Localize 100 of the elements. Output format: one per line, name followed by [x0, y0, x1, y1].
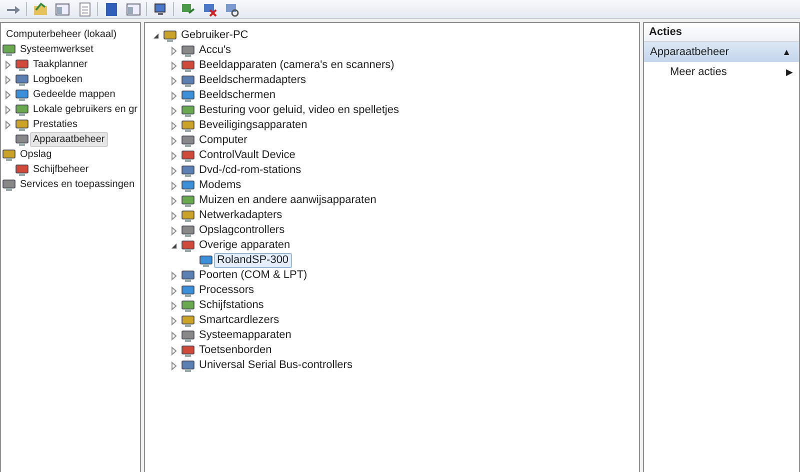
expand-arrow-icon[interactable]: [169, 196, 179, 206]
device-icon: [181, 208, 195, 222]
device-icon: [2, 148, 16, 162]
folder-icon: [32, 0, 48, 18]
expand-arrow-icon[interactable]: [3, 104, 13, 114]
expand-arrow-icon[interactable]: [3, 90, 13, 100]
expand-arrow-icon[interactable]: [3, 74, 13, 84]
device-icon: [181, 164, 195, 178]
device-icon: [181, 344, 195, 358]
tree-item[interactable]: Netwerkadapters: [196, 208, 286, 223]
expand-arrow-icon[interactable]: [169, 76, 179, 86]
device-icon: [15, 162, 29, 176]
device-icon: [181, 58, 195, 72]
device-icon: [181, 284, 195, 298]
toolbar-button[interactable]: [124, 0, 142, 18]
device-icon: [181, 118, 195, 132]
tree-item[interactable]: ControlVault Device: [196, 148, 298, 163]
tree-item[interactable]: Opslagcontrollers: [196, 223, 288, 238]
tree-item[interactable]: Lokale gebruikers en gr: [30, 102, 141, 117]
tree-item[interactable]: Schijfbeheer: [30, 162, 92, 177]
expand-arrow-icon[interactable]: [169, 270, 179, 280]
window-pane-icon: [54, 0, 70, 18]
device-icon: [15, 72, 29, 86]
device-icon: [181, 104, 195, 118]
collapse-glyph[interactable]: ▲: [782, 47, 791, 57]
device-icon: [15, 102, 29, 116]
tree-item[interactable]: Processors: [196, 283, 258, 298]
expand-arrow-icon[interactable]: [169, 60, 179, 70]
expand-arrow-icon[interactable]: [169, 316, 179, 326]
expand-arrow-icon[interactable]: [169, 330, 179, 340]
tree-item[interactable]: Opslag: [17, 147, 55, 162]
expand-arrow-icon[interactable]: [3, 60, 13, 70]
section-title: Apparaatbeheer: [650, 46, 729, 58]
tree-item[interactable]: Beeldapparaten (camera's en scanners): [196, 58, 398, 73]
tree-item[interactable]: Gebruiker-PC: [178, 28, 252, 43]
actions-header: Acties: [644, 23, 799, 42]
device-icon: [199, 254, 213, 268]
tree-item[interactable]: Toetsenborden: [196, 343, 275, 358]
device-icon: [15, 88, 29, 102]
tree-item[interactable]: Smartcardlezers: [196, 313, 282, 328]
expand-arrow-icon[interactable]: [169, 346, 179, 356]
submenu-glyph: ▶: [786, 67, 793, 77]
tree-item[interactable]: Computerbeheer (lokaal): [3, 27, 120, 42]
device-icon: [181, 298, 195, 312]
tree-item[interactable]: Modems: [196, 178, 244, 193]
device-icon: [15, 132, 29, 146]
tree-item[interactable]: Gedeelde mappen: [30, 87, 118, 102]
device-icon: [181, 268, 195, 282]
expand-arrow-icon[interactable]: [169, 106, 179, 116]
device-icon: [181, 358, 195, 372]
tree-item[interactable]: Prestaties: [30, 117, 80, 132]
tree-item[interactable]: Systeemwerkset: [17, 42, 96, 57]
tree-item[interactable]: Systeemapparaten: [196, 328, 294, 343]
device-icon: [181, 178, 195, 192]
window-pane-icon: [124, 0, 142, 18]
tree-item[interactable]: Overige apparaten: [196, 238, 294, 253]
tree-item[interactable]: Beeldschermadapters: [196, 73, 310, 88]
tree-item[interactable]: Dvd-/cd-rom-stations: [196, 163, 304, 178]
tree-item[interactable]: RolandSP-300: [214, 253, 292, 268]
device-icon: [181, 134, 195, 148]
expand-arrow-icon[interactable]: [169, 226, 179, 236]
device-icon: [181, 238, 195, 252]
expand-arrow-icon[interactable]: [169, 210, 179, 220]
tree-item[interactable]: Beeldschermen: [196, 88, 278, 103]
tree-item[interactable]: Universal Serial Bus-controllers: [196, 358, 356, 373]
device-icon: [15, 58, 29, 72]
device-icon: [181, 224, 195, 238]
tree-item[interactable]: Logboeken: [30, 72, 86, 87]
tree-item[interactable]: Apparaatbeheer: [30, 132, 108, 147]
expand-arrow-icon[interactable]: [169, 136, 179, 146]
action-item[interactable]: Meer acties ▶: [644, 62, 799, 82]
tree-item[interactable]: Services en toepassingen: [17, 177, 138, 192]
tree-item[interactable]: Muizen en andere aanwijsapparaten: [196, 193, 380, 208]
expand-arrow-icon[interactable]: [169, 90, 179, 100]
device-icon: [181, 88, 195, 102]
expand-arrow-icon[interactable]: [169, 180, 179, 190]
expand-arrow-icon[interactable]: [169, 166, 179, 176]
expand-arrow-icon[interactable]: [169, 300, 179, 310]
expand-arrow-icon[interactable]: [169, 286, 179, 296]
actions-section[interactable]: Apparaatbeheer ▲: [644, 42, 799, 62]
expand-arrow-icon[interactable]: [169, 150, 179, 160]
tree-item[interactable]: Taakplanner: [30, 57, 90, 72]
device-icon: [15, 118, 29, 132]
tree-item[interactable]: Computer: [196, 133, 250, 148]
tree-item[interactable]: Poorten (COM & LPT): [196, 268, 310, 283]
monitor-icon: [152, 0, 168, 18]
tree-item[interactable]: Accu's: [196, 43, 234, 58]
device-icon: [181, 44, 195, 58]
tree-item[interactable]: Schijfstations: [196, 298, 267, 313]
device-icon: [181, 328, 195, 342]
toolbar-button[interactable]: [53, 0, 71, 18]
device-icon: [181, 194, 195, 208]
expand-arrow-icon[interactable]: [169, 46, 179, 56]
expand-arrow-icon[interactable]: [3, 120, 13, 130]
tree-item[interactable]: Besturing voor geluid, video en spelletjes: [196, 103, 402, 118]
action-label: Meer acties: [670, 66, 727, 78]
device-icon: [181, 314, 195, 328]
expand-arrow-icon[interactable]: [169, 360, 179, 370]
expand-arrow-icon[interactable]: [169, 120, 179, 130]
tree-item[interactable]: Beveiligingsapparaten: [196, 118, 310, 133]
